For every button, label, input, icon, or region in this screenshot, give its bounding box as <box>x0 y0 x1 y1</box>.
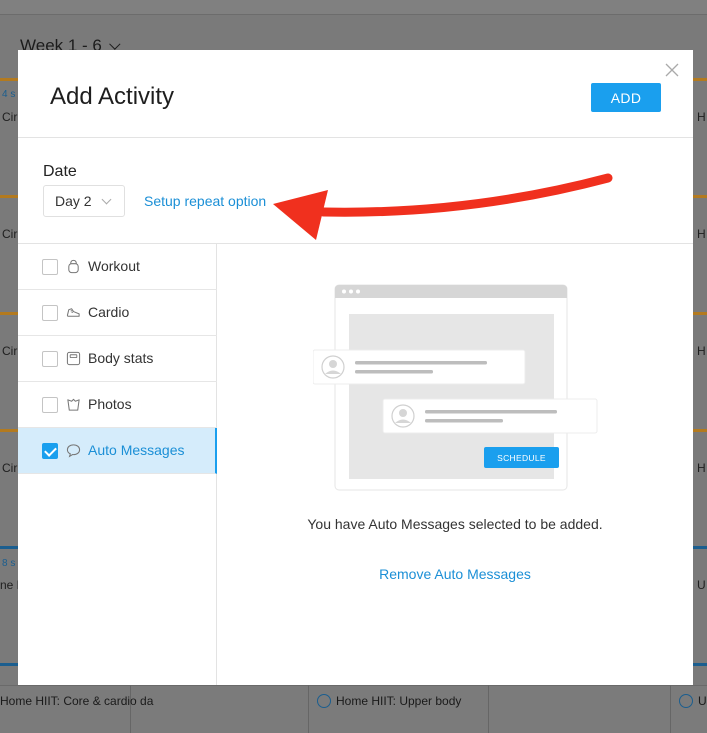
activity-detail-panel: SCHEDULE You have Auto Messages selected… <box>217 244 693 685</box>
calendar-cell-text[interactable]: Cir <box>2 461 17 475</box>
close-icon[interactable] <box>664 62 680 78</box>
circle-status-icon <box>679 694 693 708</box>
calendar-activity-item[interactable]: Home HIIT: Upper body <box>317 694 461 708</box>
add-activity-modal: Add Activity ADD Date Day 2 Setup repeat… <box>18 50 693 685</box>
auto-messages-illustration: SCHEDULE <box>313 284 598 491</box>
calendar-divider <box>488 685 489 733</box>
setup-repeat-link[interactable]: Setup repeat option <box>144 193 266 209</box>
date-label: Date <box>43 163 77 180</box>
calendar-cell-text[interactable]: H <box>697 344 706 358</box>
activity-label: Home HIIT: Core & cardio da <box>0 694 154 708</box>
calendar-bottom-row <box>0 685 707 733</box>
activity-label: Auto Messages <box>88 442 185 458</box>
calendar-cell-text[interactable]: H <box>697 461 706 475</box>
activity-item-photos[interactable]: Photos <box>18 382 217 428</box>
activity-item-cardio[interactable]: Cardio <box>18 290 217 336</box>
calendar-top-bar <box>0 0 707 15</box>
photos-checkbox[interactable] <box>42 397 58 413</box>
activity-item-body-stats[interactable]: Body stats <box>18 336 217 382</box>
calendar-divider <box>130 685 131 733</box>
add-button[interactable]: ADD <box>591 83 661 112</box>
day-select-value: Day 2 <box>55 193 92 209</box>
chat-bubble-icon <box>66 444 81 458</box>
day-select[interactable]: Day 2 <box>43 185 125 217</box>
activity-label: Body stats <box>88 350 154 366</box>
calendar-cell-text[interactable]: H <box>697 227 706 241</box>
chevron-down-icon <box>109 38 121 50</box>
selection-info-text: You have Auto Messages selected to be ad… <box>307 516 603 532</box>
calendar-activity-item[interactable]: Home HIIT: Core & cardio da <box>0 694 153 708</box>
activity-type-list: Workout Cardio Body stats Photos Auto Me… <box>18 244 217 685</box>
activity-label: Photos <box>88 396 132 412</box>
workout-checkbox[interactable] <box>42 259 58 275</box>
activity-label: U <box>698 694 707 708</box>
activity-label: Home HIIT: Upper body <box>336 694 462 708</box>
calendar-cell-text[interactable]: H <box>697 110 706 124</box>
kettlebell-icon <box>68 259 79 274</box>
calendar-cell-text[interactable]: Cir <box>2 344 17 358</box>
scale-icon <box>66 351 81 366</box>
calendar-mini-label: 8 s <box>2 558 16 569</box>
calendar-cell-text[interactable]: Cir <box>2 227 17 241</box>
calendar-mini-label: 4 s <box>2 89 16 100</box>
calendar-divider <box>670 685 671 733</box>
auto-messages-checkbox[interactable] <box>42 443 58 459</box>
activity-label: Cardio <box>88 304 130 320</box>
calendar-cell-text[interactable]: U <box>697 578 706 592</box>
photo-icon <box>67 398 80 411</box>
schedule-button-label: SCHEDULE <box>497 453 546 463</box>
modal-title: Add Activity <box>50 83 175 110</box>
calendar-divider <box>308 685 309 733</box>
cardio-checkbox[interactable] <box>42 305 58 321</box>
activity-item-auto-messages[interactable]: Auto Messages <box>18 428 217 474</box>
date-section: Date Day 2 Setup repeat option <box>18 138 693 244</box>
calendar-cell-text[interactable]: Cir <box>2 110 17 124</box>
circle-status-icon <box>317 694 331 708</box>
activity-item-workout[interactable]: Workout <box>18 244 217 290</box>
shoe-icon <box>66 308 80 317</box>
chevron-down-icon <box>101 194 112 205</box>
calendar-activity-item[interactable]: U <box>679 694 707 708</box>
body-stats-checkbox[interactable] <box>42 351 58 367</box>
activity-label: Workout <box>88 258 140 274</box>
remove-auto-messages-link[interactable]: Remove Auto Messages <box>217 566 693 582</box>
modal-header: Add Activity ADD <box>18 50 693 138</box>
